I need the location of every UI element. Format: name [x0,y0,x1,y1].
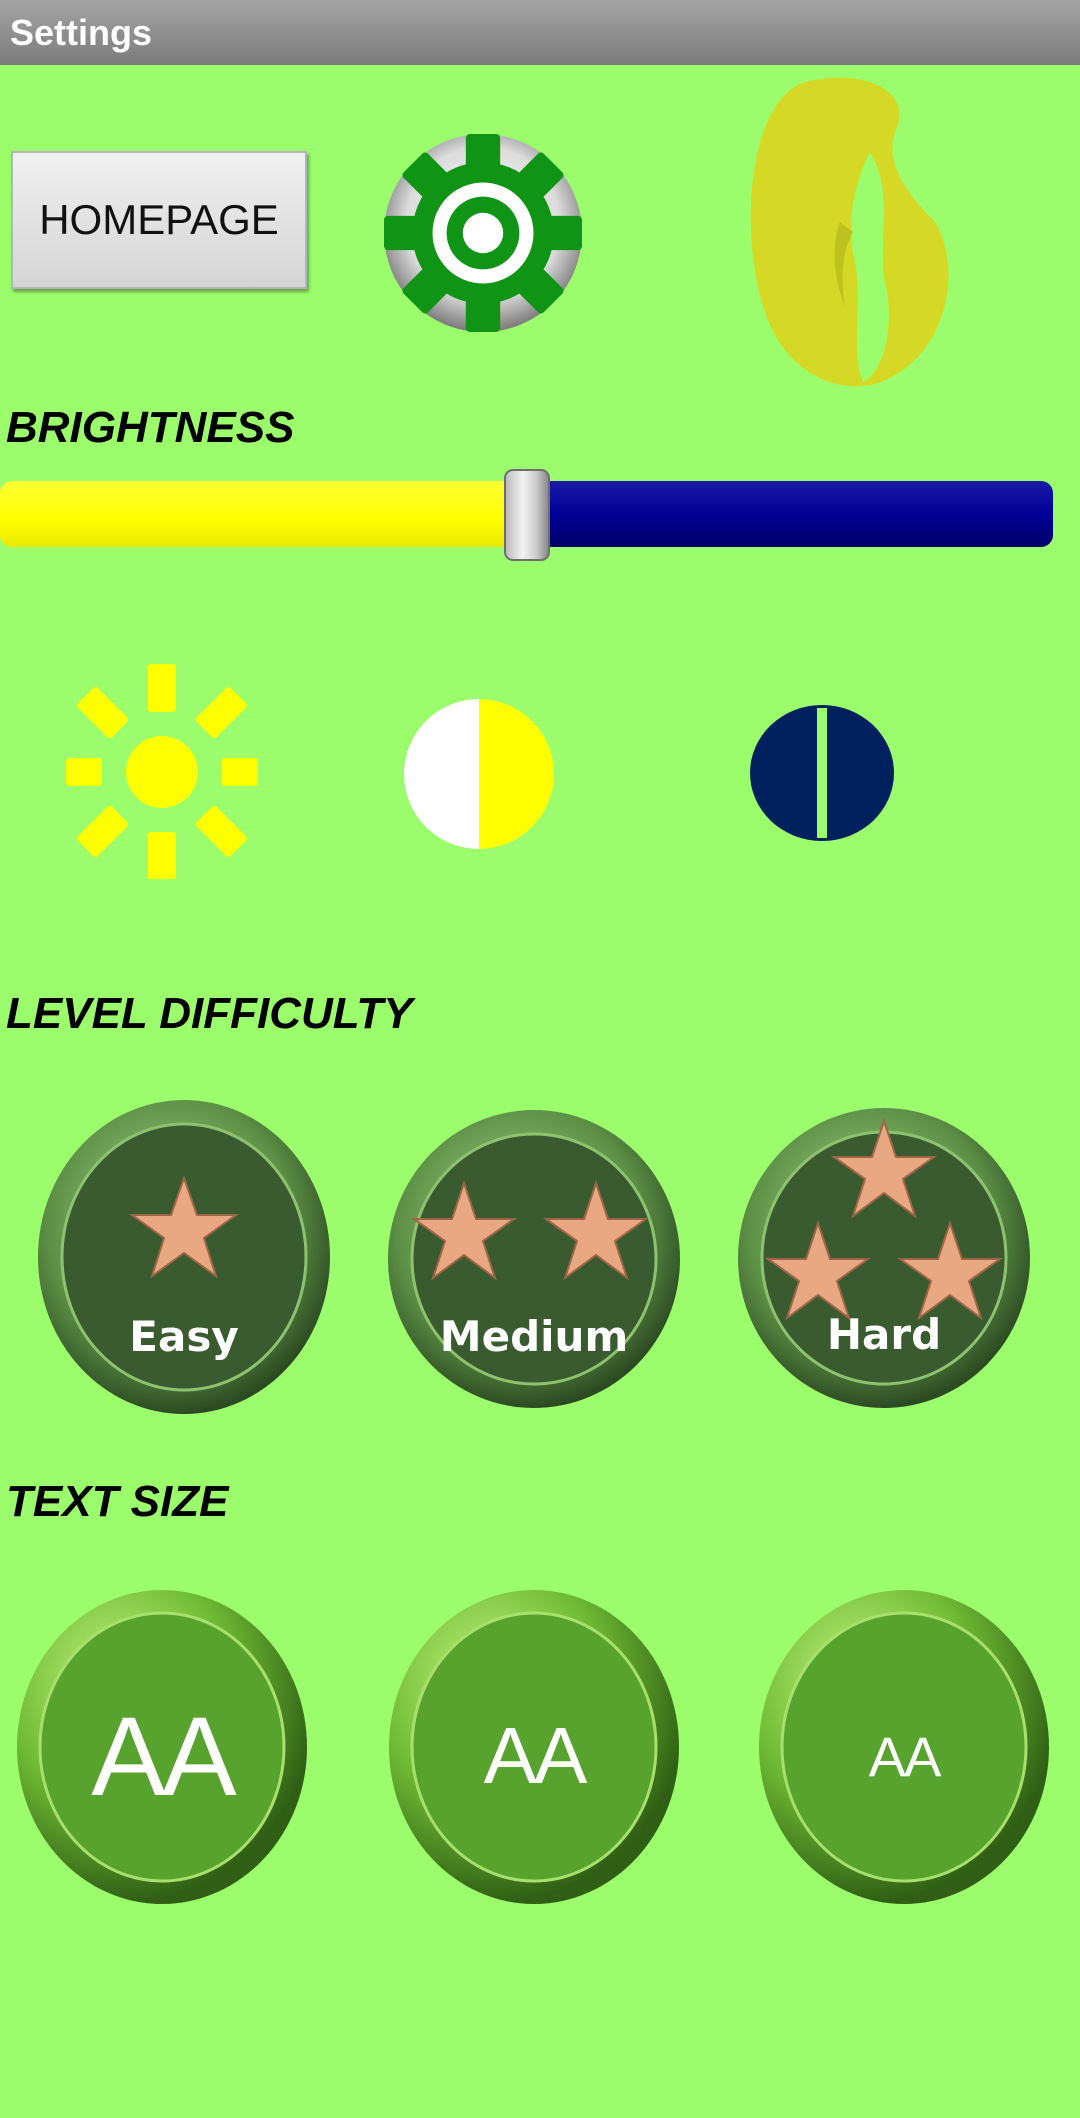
medium-difficulty-button[interactable]: Medium [386,1108,682,1426]
text-size-small-button[interactable]: AA [758,1588,1050,1906]
brightness-slider-thumb[interactable] [504,469,550,561]
brightness-heading: BRIGHTNESS [6,403,295,452]
half-moon-icon[interactable] [402,697,556,852]
text-size-large-label: AA [91,1694,236,1819]
difficulty-badge-icon [738,1108,1030,1408]
brightness-track-filled [0,481,527,547]
text-size-medium-button[interactable]: AA [388,1588,680,1906]
gear-icon[interactable] [382,130,584,336]
text-size-medium-label: AA [483,1711,588,1800]
homepage-button[interactable]: HOMEPAGE [11,151,307,289]
difficulty-label-hard: Hard [826,1310,942,1359]
sun-icon[interactable] [66,664,258,879]
level-difficulty-heading: LEVEL DIFFICULTY [6,989,413,1038]
text-size-small-label: AA [868,1725,942,1788]
brightness-slider[interactable] [0,469,1053,561]
text-size-large-button[interactable]: AA [16,1588,308,1906]
brightness-track-remaining [527,481,1053,547]
title-bar: Settings [0,0,1080,65]
easy-difficulty-button[interactable]: Easy [36,1098,332,1416]
hard-difficulty-button[interactable]: Hard [736,1106,1032,1424]
difficulty-badge-icon [388,1110,680,1408]
difficulty-badge-icon [38,1100,330,1414]
difficulty-label-easy: Easy [129,1312,239,1361]
page-title: Settings [10,11,153,53]
text-size-heading: TEXT SIZE [6,1477,229,1526]
dark-mode-icon[interactable] [749,704,895,842]
logo-icon [750,77,949,387]
difficulty-label-medium: Medium [439,1312,629,1361]
